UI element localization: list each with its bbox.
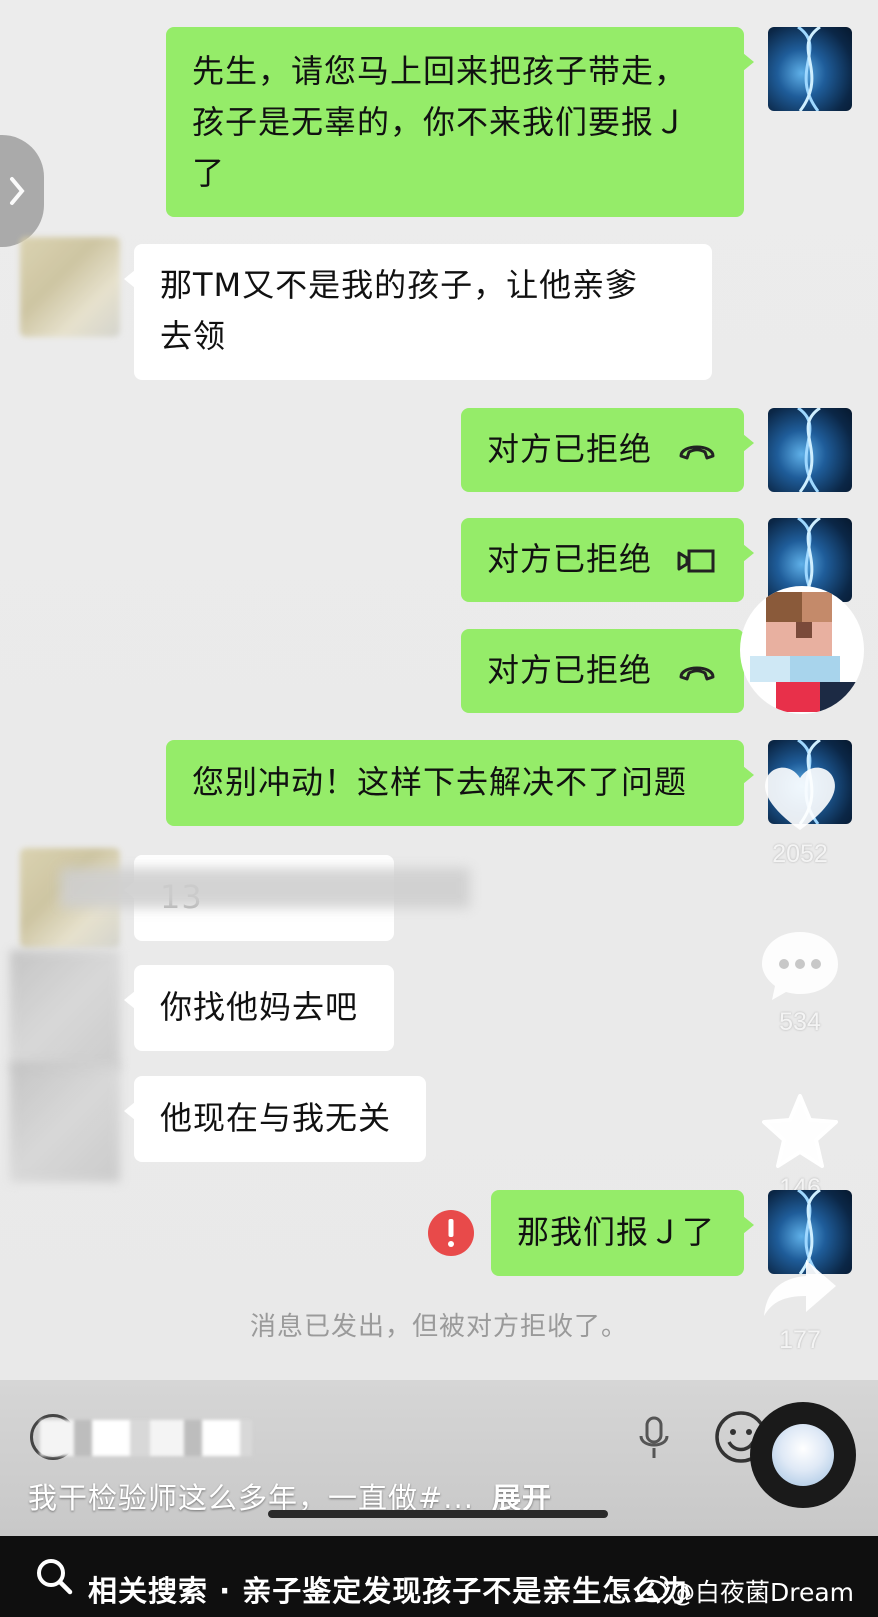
message-line: 那TM又不是我的孩子，让他亲爹 [160,266,639,304]
phone-hangup-icon [679,666,715,681]
declined-call-message[interactable]: 对方已拒绝 [461,629,754,713]
message-line: 先生，请您马上回来把孩子带走， [192,52,688,90]
message-text: 您别冲动！这样下去解决不了问题 [192,763,688,801]
weibo-icon [636,1575,669,1603]
comment-button[interactable]: 534 [750,928,850,1037]
message-line: 孩子是无辜的，你不来我们要报Ｊ [192,103,688,141]
message-received-1[interactable]: 那TM又不是我的孩子，让他亲爹 去领 [124,244,712,380]
message-text: 那我们报Ｊ了 [517,1213,716,1251]
chat-area: 先生，请您马上回来把孩子带走， 孩子是无辜的，你不来我们要报Ｊ 了 那TM又不是… [0,0,878,1380]
like-button[interactable]: 2052 [750,762,850,869]
rejection-notice: 消息已发出，但被对方拒收了。 [249,1312,628,1342]
music-cover [772,1424,834,1486]
phone-hangup-icon [679,445,715,460]
message-received-3[interactable]: 他现在与我无关 [124,1076,426,1162]
declined-call-label: 对方已拒绝 [487,540,653,578]
related-search-text[interactable]: 相关搜索 · 亲子鉴定发现孩子不是亲生怎么办 [88,1568,692,1610]
redacted-input-text [40,1420,252,1456]
redaction-blur [60,868,470,908]
comment-icon [762,932,838,1000]
like-count: 2052 [772,840,828,868]
message-text: 你找他妈去吧 [160,988,359,1026]
weibo-watermark: @白夜菌Dream [670,1578,855,1607]
declined-call-message[interactable]: 对方已拒绝 [461,408,754,492]
declined-call-label: 对方已拒绝 [487,430,653,468]
favorite-button[interactable]: 146 [750,1092,850,1203]
declined-call-message[interactable]: 对方已拒绝 [461,518,754,602]
message-received-2[interactable]: 你找他妈去吧 [124,965,394,1051]
mic-icon[interactable] [637,1416,671,1460]
side-drawer-handle[interactable] [0,135,44,247]
message-line: 去领 [160,317,227,355]
related-search-query: 亲子鉴定发现孩子不是亲生怎么办 [242,1574,693,1608]
declined-call-label: 对方已拒绝 [487,651,653,689]
contact-avatar[interactable] [20,237,120,337]
message-sent-rejected[interactable]: 那我们报Ｊ了 [491,1190,754,1276]
message-sent-1[interactable]: 先生，请您马上回来把孩子带走， 孩子是无辜的，你不来我们要报Ｊ 了 [166,27,754,217]
message-line: 了 [192,154,226,192]
message-text: 他现在与我无关 [160,1099,392,1137]
music-disc[interactable] [750,1402,856,1508]
comment-count: 534 [779,1008,821,1036]
search-icon [37,1559,73,1595]
my-avatar[interactable] [768,408,852,492]
my-avatar[interactable] [768,27,852,111]
related-search-prefix: 相关搜索 · [88,1574,243,1608]
heart-icon [765,767,835,830]
message-sent-2[interactable]: 您别冲动！这样下去解决不了问题 [166,740,754,826]
error-icon[interactable] [428,1210,474,1256]
star-icon [762,1094,838,1168]
video-call-icon [677,549,715,573]
chevron-right-icon [10,177,25,205]
contact-avatar[interactable] [10,950,120,1070]
contact-avatar[interactable] [10,1062,120,1182]
progress-bar[interactable] [268,1510,608,1518]
creator-avatar[interactable] [740,586,864,714]
